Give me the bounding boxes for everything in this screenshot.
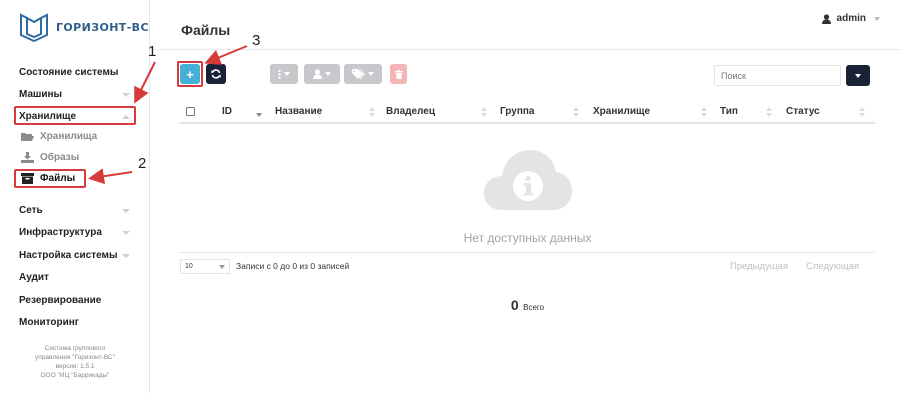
sidebar-item-system-settings[interactable]: Настройка системы: [19, 250, 118, 261]
header: Файлы admin: [151, 0, 900, 50]
refresh-icon: [211, 69, 221, 79]
actions-dropdown-button[interactable]: [270, 64, 298, 84]
sidebar-item-infrastructure[interactable]: Инфраструктура: [19, 227, 102, 238]
chevron-down-icon: [874, 16, 880, 21]
storage-highlight: [14, 106, 136, 125]
column-header-status[interactable]: Статус: [786, 106, 820, 117]
total-label: Всего: [523, 303, 545, 312]
chevron-down-icon: [122, 209, 130, 213]
sort-icon: [573, 107, 579, 117]
table-header: ID Название Владелец Группа Хранилище Ти…: [180, 102, 875, 124]
sidebar-item-backup[interactable]: Резервирование: [19, 295, 101, 306]
sidebar-item-audit[interactable]: Аудит: [19, 272, 49, 283]
files-highlight: [14, 169, 86, 188]
sidebar-item-system-status[interactable]: Состояние системы: [19, 67, 118, 78]
column-header-name[interactable]: Название: [275, 106, 322, 117]
refresh-button[interactable]: [206, 64, 226, 84]
logo-icon: [20, 13, 48, 42]
sort-icon: [481, 107, 487, 117]
page-length-value: 10: [185, 263, 193, 270]
tags-icon: [352, 69, 365, 79]
system-info-line: управления "Горизонт-ВС": [35, 354, 115, 361]
system-info-company: ООО "ИЦ "Баррикады": [40, 372, 110, 379]
download-icon: [21, 152, 34, 163]
chevron-down-icon: [284, 72, 290, 76]
chevron-down-icon: [122, 254, 130, 258]
sort-icon: [766, 107, 772, 117]
add-button-highlight: [177, 61, 203, 87]
chevron-down-icon: [368, 72, 374, 76]
annotation-number-1: 1: [148, 43, 157, 60]
chevron-down-icon: [219, 265, 225, 269]
brand-name: ГОРИЗОНТ-ВС: [56, 20, 149, 34]
empty-table-message: Нет доступных данных: [463, 231, 592, 245]
labels-dropdown-button[interactable]: [344, 64, 382, 84]
logo[interactable]: ГОРИЗОНТ-ВС: [19, 12, 149, 42]
app: ГОРИЗОНТ-ВС Состояние системы Машины Хра…: [0, 0, 900, 393]
sidebar: ГОРИЗОНТ-ВС Состояние системы Машины Хра…: [0, 0, 150, 393]
total-summary: 0 Всего: [180, 297, 875, 315]
system-info: Система группового управления "Горизонт-…: [0, 344, 150, 380]
owner-dropdown-button[interactable]: [304, 64, 340, 84]
sidebar-item-label: Образы: [40, 152, 80, 163]
search-input[interactable]: [714, 65, 841, 86]
sidebar-item-machines[interactable]: Машины: [19, 89, 62, 100]
pagination-next[interactable]: Следующая: [806, 261, 859, 272]
sidebar-item-images[interactable]: Образы: [21, 152, 79, 163]
page-title: Файлы: [181, 22, 231, 38]
sidebar-item-monitoring[interactable]: Мониторинг: [19, 317, 79, 328]
page-length-select[interactable]: 10: [180, 259, 230, 274]
chevron-down-icon: [325, 72, 331, 76]
folder-open-icon: [21, 133, 34, 141]
column-header-owner[interactable]: Владелец: [386, 106, 435, 117]
user-icon: [821, 13, 831, 24]
sidebar-item-network[interactable]: Сеть: [19, 205, 43, 216]
column-header-group[interactable]: Группа: [500, 106, 534, 117]
select-all-checkbox[interactable]: [186, 107, 195, 116]
chevron-down-icon: [122, 93, 130, 97]
records-info: Записи с 0 до 0 из 0 записей: [236, 261, 350, 271]
pagination-previous[interactable]: Предыдущая: [730, 261, 788, 272]
sort-icon: [369, 107, 375, 117]
annotation-number-3: 3: [252, 32, 261, 49]
column-header-type[interactable]: Тип: [720, 106, 738, 117]
sort-icon: [701, 107, 707, 117]
sidebar-item-label: Хранилища: [40, 131, 98, 142]
column-header-id[interactable]: ID: [222, 106, 232, 117]
user-name: admin: [836, 13, 866, 24]
trash-icon: [394, 69, 403, 79]
sidebar-item-storages[interactable]: Хранилища: [21, 131, 97, 142]
sort-desc-icon: [256, 107, 262, 117]
user-icon: [313, 69, 322, 79]
chevron-down-icon: [122, 231, 130, 235]
sort-icon: [859, 107, 865, 117]
total-count: 0: [510, 297, 519, 313]
column-header-storage[interactable]: Хранилище: [593, 106, 650, 117]
table-divider: [180, 252, 875, 253]
delete-button[interactable]: [390, 64, 407, 84]
annotation-number-2: 2: [138, 155, 147, 172]
system-info-version: версия: 1.5.1: [55, 363, 95, 370]
chevron-down-icon: [855, 73, 861, 78]
cloud-info-icon: [484, 150, 572, 210]
list-icon: [278, 69, 281, 79]
search-options-button[interactable]: [846, 65, 870, 86]
user-menu[interactable]: admin: [821, 13, 880, 24]
system-info-line: Система группового: [44, 345, 106, 352]
